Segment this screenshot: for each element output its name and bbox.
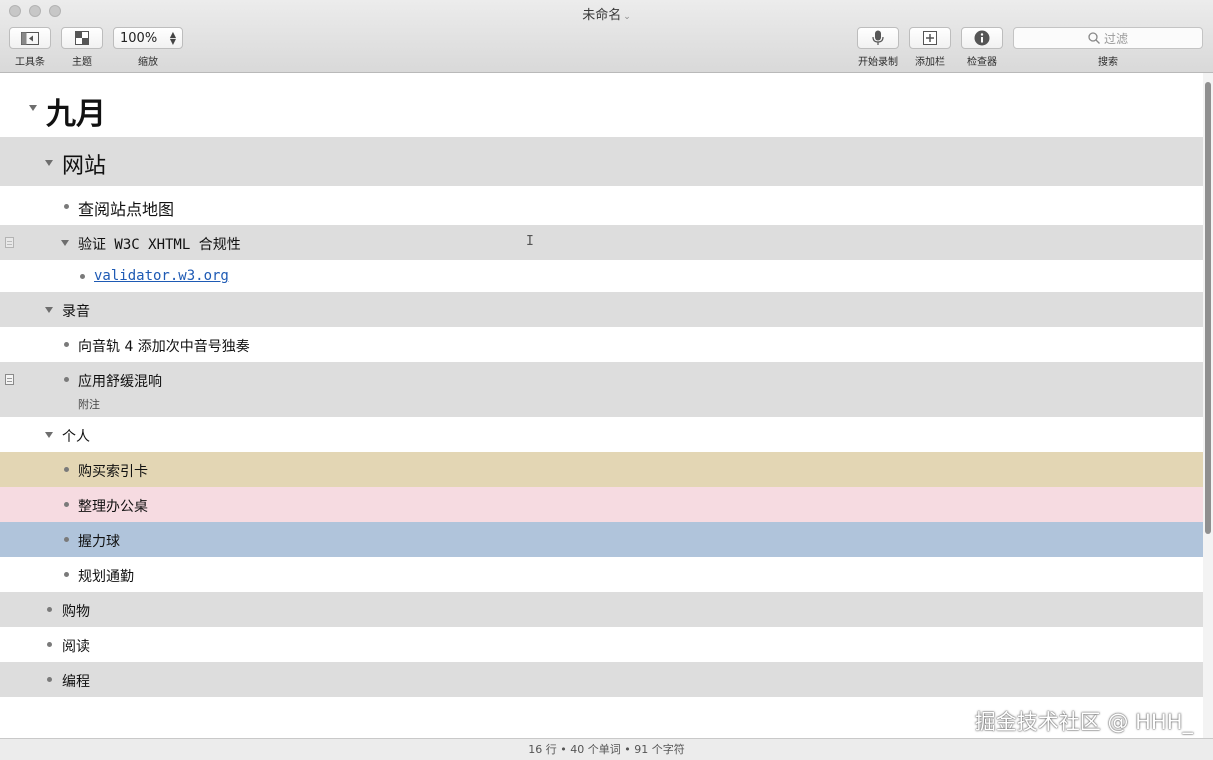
disclosure-triangle-icon[interactable] (45, 160, 53, 166)
toolbar-item-zoom[interactable]: 100% ▲ ▼ 缩放 (113, 27, 183, 68)
outline-row-recording[interactable]: 录音 (0, 292, 1203, 327)
outline-row-sitemap[interactable]: 查阅站点地图 (0, 186, 1203, 225)
sidebar-icon (21, 31, 39, 45)
toolbar-label: 工具条 (15, 57, 45, 68)
row-text[interactable]: 编程 (62, 671, 90, 691)
window-title-text: 未命名 (582, 8, 622, 23)
row-text[interactable]: 录音 (62, 301, 90, 321)
theme-icon (75, 31, 89, 45)
stepper-arrows-icon: ▲ ▼ (169, 30, 176, 46)
add-column-button[interactable] (909, 27, 951, 49)
zoom-label: 缩放 (138, 57, 158, 68)
toolbar-item-search[interactable]: 过滤 搜索 (1013, 27, 1203, 68)
theme-label: 主题 (72, 57, 92, 68)
disclosure-triangle-icon[interactable] (45, 307, 53, 313)
add-column-label: 添加栏 (915, 57, 945, 68)
microphone-icon (872, 30, 884, 45)
info-icon (974, 30, 990, 46)
outline-row-grip-ball[interactable]: 握力球 (0, 522, 1203, 557)
note-icon[interactable] (5, 374, 14, 385)
bullet-icon (64, 342, 69, 347)
outline-row-desk[interactable]: 整理办公桌 (0, 487, 1203, 522)
bullet-icon (64, 204, 69, 209)
outline-row-september[interactable]: 九月 (0, 73, 1203, 137)
outline-row-commute[interactable]: 规划通勤 (0, 557, 1203, 592)
row-text[interactable]: 应用舒缓混响 (78, 371, 162, 391)
zoom-select[interactable]: 100% ▲ ▼ (113, 27, 183, 49)
scrollbar-thumb[interactable] (1205, 82, 1211, 534)
row-text[interactable]: 购物 (62, 601, 90, 621)
outline-row-shopping[interactable]: 购物 (0, 592, 1203, 627)
validator-link[interactable]: validator.w3.org (94, 268, 229, 284)
toolbar-item-theme[interactable]: 主题 (61, 27, 103, 68)
text-cursor-icon: I (526, 234, 534, 249)
toolbar-item-sidebar[interactable]: 工具条 (9, 27, 51, 68)
inspector-label: 检查器 (967, 57, 997, 68)
record-label: 开始录制 (858, 57, 898, 68)
toolbar-item-record[interactable]: 开始录制 (857, 27, 899, 68)
window-titlebar: 未命名 ⌄ 工具条 主题 100% ▲ ▼ 缩放 开始录制 添加栏 检查器 过滤… (0, 0, 1213, 73)
outline-row-validator-link[interactable]: validator.w3.org (0, 260, 1203, 292)
bullet-icon (47, 607, 52, 612)
search-input[interactable]: 过滤 (1013, 27, 1203, 49)
bullet-icon (47, 677, 52, 682)
outline-view[interactable]: 九月 网站 查阅站点地图 验证 W3C XHTML 合规性 I validato… (0, 73, 1213, 738)
add-column-icon (923, 31, 937, 45)
toolbar-item-inspector[interactable]: 检查器 (961, 27, 1003, 68)
record-button[interactable] (857, 27, 899, 49)
document-stats: 16 行 • 40 个单词 • 91 个字符 (528, 743, 685, 756)
outline-row-tenor-solo[interactable]: 向音轨 4 添加次中音号独奏 (0, 327, 1203, 362)
row-text[interactable]: 九月 (46, 89, 106, 133)
sidebar-toggle-button[interactable] (9, 27, 51, 49)
outline-row-reading[interactable]: 阅读 (0, 627, 1203, 662)
outline-row-website[interactable]: 网站 (0, 137, 1203, 186)
window-title[interactable]: 未命名 ⌄ (0, 4, 1213, 23)
outline-row-buy-cards[interactable]: 购买索引卡 (0, 452, 1203, 487)
bullet-icon (64, 572, 69, 577)
theme-button[interactable] (61, 27, 103, 49)
outline-row-personal[interactable]: 个人 (0, 417, 1203, 452)
chevron-down-icon: ⌄ (623, 12, 631, 22)
row-note-text[interactable]: 附注 (78, 396, 100, 412)
bullet-icon (80, 274, 85, 279)
row-text[interactable]: 购买索引卡 (78, 461, 148, 481)
search-placeholder: 过滤 (1103, 31, 1128, 46)
outline-row-reverb[interactable]: 应用舒缓混响 附注 (0, 362, 1203, 417)
row-text[interactable]: 规划通勤 (78, 566, 134, 586)
disclosure-triangle-icon[interactable] (45, 432, 53, 438)
outline-row-validate[interactable]: 验证 W3C XHTML 合规性 I (0, 225, 1203, 260)
status-bar: 16 行 • 40 个单词 • 91 个字符 (0, 738, 1213, 760)
bullet-icon (64, 537, 69, 542)
search-label: 搜索 (1098, 57, 1118, 68)
row-text[interactable]: 验证 W3C XHTML 合规性 (78, 234, 241, 254)
disclosure-triangle-icon[interactable] (29, 105, 37, 111)
row-text[interactable]: 握力球 (78, 531, 120, 551)
watermark-text: 掘金技术社区 @ HHH_ (974, 710, 1193, 734)
row-text[interactable]: 查阅站点地图 (78, 196, 174, 220)
row-text[interactable]: 阅读 (62, 636, 90, 656)
bullet-icon (64, 377, 69, 382)
row-text[interactable]: 向音轨 4 添加次中音号独奏 (78, 336, 250, 356)
inspector-button[interactable] (961, 27, 1003, 49)
bullet-icon (64, 467, 69, 472)
row-text[interactable]: 整理办公桌 (78, 496, 148, 516)
search-icon (1088, 32, 1100, 44)
zoom-value: 100% (120, 30, 158, 46)
bullet-icon (47, 642, 52, 647)
outline-row-programming[interactable]: 编程 (0, 662, 1203, 697)
note-icon[interactable] (5, 237, 14, 248)
row-text[interactable]: 个人 (62, 426, 90, 446)
toolbar-item-add-column[interactable]: 添加栏 (909, 27, 951, 68)
disclosure-triangle-icon[interactable] (61, 240, 69, 246)
row-text[interactable]: 网站 (62, 148, 106, 180)
bullet-icon (64, 502, 69, 507)
